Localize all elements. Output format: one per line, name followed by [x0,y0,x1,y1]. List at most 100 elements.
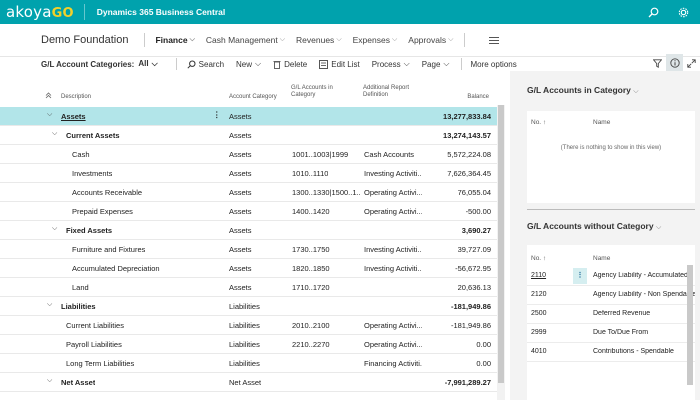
row-description[interactable]: Net Asset [61,378,95,387]
row-report-definition: Operating Activi... [364,188,422,197]
column-gl-accounts-line1: G/L Accounts in [291,85,333,91]
nav-cash-management[interactable]: Cash Management ⌵ [206,35,285,45]
expand-chevron-icon[interactable]: ⌵ [47,377,52,385]
column-account-category[interactable]: Account Category [229,94,277,101]
row-description[interactable]: Current Assets [66,131,120,140]
row-description[interactable]: Assets [61,112,86,121]
table-row[interactable]: Accumulated Depreciation Assets 1820..1850… [0,259,497,278]
row-description[interactable]: Current Liabilities [66,321,124,330]
row-actions-icon[interactable]: ⋮ [213,110,221,119]
panel1-col-name[interactable]: Name [593,119,610,126]
panel-gl-without-category-title[interactable]: G/L Accounts without Category ⌵ [527,221,661,232]
row-description[interactable]: Fixed Assets [66,226,112,235]
new-button[interactable]: New ⌵ [236,59,261,69]
row-description[interactable]: Accounts Receivable [72,188,142,197]
nav-approvals[interactable]: Approvals ⌵ [408,35,453,45]
expand-chevron-icon[interactable]: ⌵ [47,111,52,119]
search-icon[interactable] [646,5,660,19]
scrollbar-thumb[interactable] [498,105,504,383]
process-menu[interactable]: Process ⌵ [372,59,410,69]
table-row[interactable]: Long Term Liabilities Liabilities Financin… [0,354,497,373]
delete-button[interactable]: Delete [273,60,307,69]
table-row[interactable]: Current Liabilities Liabilities 2010..2100… [0,316,497,335]
panel-gl-in-category: No. ↑ Name (There is nothing to show in … [527,111,695,203]
row-gl-accounts: 2010..2100 [292,321,330,330]
category-filter-value: All [138,59,149,68]
search-button[interactable]: Search [187,60,224,69]
panel2-col-name[interactable]: Name [593,255,610,262]
row-report-definition: Operating Activi... [364,321,422,330]
panel-gl-in-category-title[interactable]: G/L Accounts in Category ⌵ [527,85,639,96]
column-balance[interactable]: Balance [467,94,489,101]
filter-icon[interactable] [649,54,666,72]
process-menu-label: Process [371,59,401,69]
panel2-col-no[interactable]: No. ↑ [531,255,546,262]
row-balance: 0.00 [476,359,491,368]
hamburger-menu-icon[interactable] [489,35,500,46]
row-description[interactable]: Prepaid Expenses [72,207,133,216]
collapse-all-icon[interactable] [45,92,52,102]
table-row[interactable]: Accounts Receivable Assets 1300..1330|1500… [0,183,497,202]
category-filter-dropdown[interactable]: All ⌵ [138,59,157,69]
info-icon[interactable] [666,54,683,72]
more-options-button[interactable]: More options [470,60,516,69]
panel-divider [527,209,695,210]
panel2-scrollbar[interactable] [687,265,693,385]
panel1-col-no[interactable]: No. ↑ [531,119,546,126]
table-row[interactable]: ⌵ Liabilities Liabilities -181,949.86 [0,297,497,316]
expand-chevron-icon[interactable]: ⌵ [47,301,52,309]
category-filter-label: G/L Account Categories: [41,59,135,69]
table-row[interactable]: Cash Assets 1001..1003|1999 Cash Accounts 5,… [0,145,497,164]
table-row[interactable]: ⌵ Assets ⋮ Assets 13,277,833.84 [0,107,497,126]
row-account-category: Liabilities [229,321,260,330]
table-row[interactable]: Prepaid Expenses Assets 1400..1420 Operatin… [0,202,497,221]
row-description[interactable]: Payroll Liabilities [66,340,122,349]
list-item[interactable]: 2999 Due To/Due From [527,324,695,343]
page-menu[interactable]: Page ⌵ [422,59,450,69]
nav-revenues[interactable]: Revenues ⌵ [296,35,342,45]
table-row[interactable]: Furniture and Fixtures Assets 1730..1750 In… [0,240,497,259]
role-center-nav: Demo Foundation Finance ⌵ Cash Management… [0,24,700,57]
company-name[interactable]: Demo Foundation [41,34,128,46]
table-row[interactable]: ⌵ Current Assets Assets 13,274,143.57 [0,126,497,145]
row-actions-icon[interactable]: ⋮ [573,268,587,284]
nav-finance[interactable]: Finance ⌵ [155,35,194,45]
row-description[interactable]: Furniture and Fixtures [72,245,145,254]
row-description[interactable]: Liabilities [61,302,96,311]
row-balance: 5,572,224.08 [447,150,491,159]
row-description[interactable]: Investments [72,169,112,178]
list-item-name: Contributions - Spendable [593,348,674,355]
list-item[interactable]: 2500 Deferred Revenue [527,305,695,324]
list-item[interactable]: 4010 Contributions - Spendable [527,343,695,362]
table-row[interactable]: Land Assets 1710..1720 20,636.13 [0,278,497,297]
chevron-down-icon: ⌵ [391,36,398,43]
column-additional-report[interactable]: Additional Report Definition [363,85,409,99]
row-description[interactable]: Cash [72,150,90,159]
table-row[interactable]: Investments Assets 1010..1110 Investing Act… [0,164,497,183]
nav-divider [464,33,466,47]
list-item[interactable]: 2120 Agency Liability - Non Spendable [527,286,695,305]
akoya-go-logo[interactable]: akoyaGO [6,3,74,21]
nav-expenses[interactable]: Expenses ⌵ [353,35,398,45]
column-gl-accounts[interactable]: G/L Accounts in Category [291,85,333,99]
list-item-number[interactable]: 2110 [531,272,546,279]
row-description[interactable]: Accumulated Depreciation [72,264,160,273]
expand-chevron-icon[interactable]: ⌵ [52,225,57,233]
expand-icon[interactable] [683,54,700,72]
table-row[interactable]: Payroll Liabilities Liabilities 2210..2270… [0,335,497,354]
edit-list-button[interactable]: Edit List [319,60,360,69]
chevron-down-icon: ⌵ [279,36,286,43]
row-balance: -500.00 [465,207,491,216]
list-item[interactable]: 2110 ⋮ Agency Liability - Accumulated [527,267,695,286]
grid-scrollbar[interactable] [497,105,505,400]
table-row[interactable]: ⌵ Net Asset Net Asset -7,991,289.27 [0,373,497,392]
row-balance: 76,055.04 [457,188,491,197]
settings-gear-icon[interactable] [676,5,690,19]
row-balance: 0.00 [476,340,491,349]
expand-chevron-icon[interactable]: ⌵ [52,130,57,138]
table-row[interactable]: ⌵ Fixed Assets Assets 3,690.27 [0,221,497,240]
row-description[interactable]: Long Term Liabilities [66,359,134,368]
column-description[interactable]: Description [61,94,91,101]
row-report-definition: Operating Activi... [364,340,422,349]
row-description[interactable]: Land [72,283,89,292]
